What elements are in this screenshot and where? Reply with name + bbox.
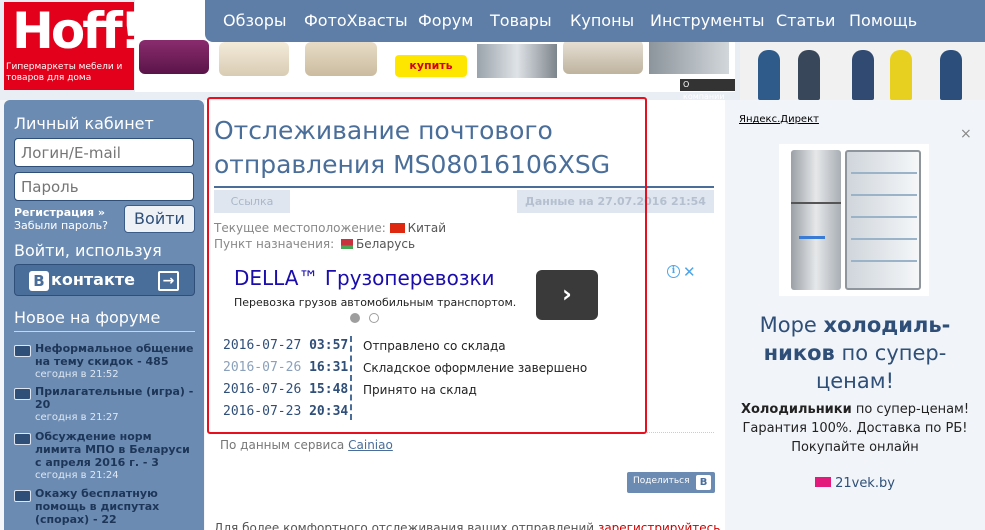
current-location: Текущее местоположение: Китай [214, 221, 446, 235]
belarus-flag-icon [338, 239, 354, 249]
event-datetime: 2016-07-27 03:57 [223, 338, 349, 353]
forum-item-time: сегодня в 21:27 [35, 412, 119, 423]
register-hint: Для более комфортного отслеживания ваших… [214, 521, 731, 530]
event-datetime: 2016-07-23 20:34 [223, 404, 349, 419]
ad-title[interactable]: DELLA™ Грузоперевозки [234, 266, 495, 290]
forum-topic-icon [14, 388, 31, 400]
register-link[interactable]: зарегистрируйтесь [598, 521, 720, 530]
nav-item-coupons[interactable]: Купоны [570, 11, 634, 30]
vk-icon: В [696, 475, 711, 490]
social-login-title: Войти, используя [14, 241, 162, 260]
hoff-logo[interactable]: Hoff! Гипермаркеты мебели и товаров для … [4, 2, 143, 90]
ad-site-link[interactable]: 21vek.by [725, 476, 985, 491]
logo-text: Hoff! [12, 2, 143, 60]
destination-value: Беларусь [356, 237, 416, 251]
nav-item-help[interactable]: Помощь [849, 11, 917, 30]
carousel-dot-active[interactable] [350, 313, 360, 323]
ad-close-icon[interactable]: ✕ [683, 263, 696, 281]
destination: Пункт назначения: Беларусь [214, 237, 415, 251]
destination-label: Пункт назначения: [214, 237, 335, 251]
nav-item-goods[interactable]: Товары [490, 11, 552, 30]
event-datetime: 2016-07-26 16:31 [223, 360, 349, 375]
carousel-dot[interactable] [369, 313, 379, 323]
about-company-link[interactable]: О компании [680, 79, 735, 101]
forum-item-time: сегодня в 21:24 [35, 470, 119, 481]
source-link[interactable]: Cainiao [348, 438, 393, 452]
yandex-direct-label[interactable]: Яндекс.Директ [739, 114, 819, 125]
top-navigation: Обзоры ФотоХвасты Форум Товары Купоны Ин… [205, 0, 985, 42]
forum-topic-icon [14, 433, 31, 445]
forum-item-title[interactable]: Обсуждение норм лимита МПО в Беларуси с … [35, 430, 195, 469]
buy-button[interactable]: купить [395, 55, 467, 77]
login-field[interactable] [14, 138, 194, 167]
ad-next-button[interactable]: › [536, 270, 598, 320]
sofa-image [139, 40, 209, 74]
vk-label: контакте [51, 270, 135, 289]
divider [14, 331, 195, 332]
forum-topic-icon [14, 345, 31, 357]
site-favicon-icon [815, 477, 832, 487]
left-sidebar: Личный кабинет Регистрация » Забыли паро… [4, 100, 204, 530]
kitchen-image [477, 44, 557, 78]
title-divider [214, 186, 714, 188]
china-flag-icon [389, 223, 405, 233]
nav-item-forum[interactable]: Форум [418, 11, 473, 30]
password-field[interactable] [14, 172, 194, 201]
ad-info-icon[interactable]: i [667, 265, 680, 278]
logo-tagline: Гипермаркеты мебели и товаров для дома [6, 62, 123, 83]
forum-title: Новое на форуме [14, 308, 161, 327]
nav-item-photos[interactable]: ФотоХвасты [304, 11, 408, 30]
data-date-tab: Данные на 27.07.2016 21:54 [517, 190, 714, 213]
register-link[interactable]: Регистрация » [14, 206, 105, 219]
event-status: Складское оформление завершено [363, 361, 588, 375]
share-button[interactable]: Поделиться В [627, 472, 715, 493]
ad-block[interactable]: DELLA™ Грузоперевозки Перевозка грузов а… [226, 263, 701, 328]
current-location-value: Китай [407, 221, 447, 235]
link-tab[interactable]: Ссылка [214, 190, 290, 213]
enter-arrow-icon: → [158, 271, 179, 291]
cabinet-title: Личный кабинет [14, 114, 154, 133]
event-status: Принято на склад [363, 383, 477, 397]
ad-headline[interactable]: Море холодиль-ников по супер-ценам! [725, 311, 985, 395]
login-button[interactable]: Войти [124, 205, 195, 233]
event-status: Отправлено со склада [363, 339, 506, 353]
vk-login-button[interactable]: В контакте → [14, 264, 195, 296]
ad-text: Перевозка грузов автомобильным транспорт… [234, 296, 517, 309]
main-content: Отслеживание почтового отправления MS080… [205, 100, 731, 530]
nav-item-reviews[interactable]: Обзоры [223, 11, 287, 30]
page-title: Отслеживание почтового отправления MS080… [214, 116, 611, 179]
fridge-image[interactable] [779, 144, 929, 296]
nav-item-tools[interactable]: Инструменты [650, 11, 765, 30]
sofa-image [563, 40, 643, 74]
forum-item-time: сегодня в 21:52 [35, 369, 119, 380]
forum-item-title[interactable]: Прилагательные (игра) - 20 [35, 385, 195, 411]
close-icon[interactable]: × [960, 126, 972, 142]
vk-icon: В [29, 271, 49, 291]
right-ad-column: Яндекс.Директ × Море холодиль-ников по с… [725, 100, 985, 530]
divider [214, 432, 714, 433]
sofa-image [219, 42, 289, 76]
nav-item-articles[interactable]: Статьи [776, 11, 835, 30]
forum-topic-icon [14, 490, 31, 502]
forgot-password-link[interactable]: Забыли пароль? [14, 219, 108, 232]
timeline-axis [350, 336, 352, 420]
source-prefix: По данным сервиса [220, 438, 345, 452]
ad-description: Холодильники по супер-ценам! Гарантия 10… [740, 402, 970, 455]
top-banner: Hoff! Гипермаркеты мебели и товаров для … [0, 0, 985, 101]
event-datetime: 2016-07-26 15:48 [223, 382, 349, 397]
share-label: Поделиться [633, 476, 690, 486]
forum-item-title[interactable]: Окажу бесплатную помощь в диспутах (спор… [35, 487, 195, 526]
current-location-label: Текущее местоположение: [214, 221, 386, 235]
banner-people-image [740, 42, 985, 100]
data-source: По данным сервиса Cainiao [220, 438, 393, 452]
kitchen-image [649, 40, 729, 74]
sofa-image [305, 42, 377, 76]
forum-item-title[interactable]: Неформальное общение на тему скидок - 48… [35, 342, 195, 368]
